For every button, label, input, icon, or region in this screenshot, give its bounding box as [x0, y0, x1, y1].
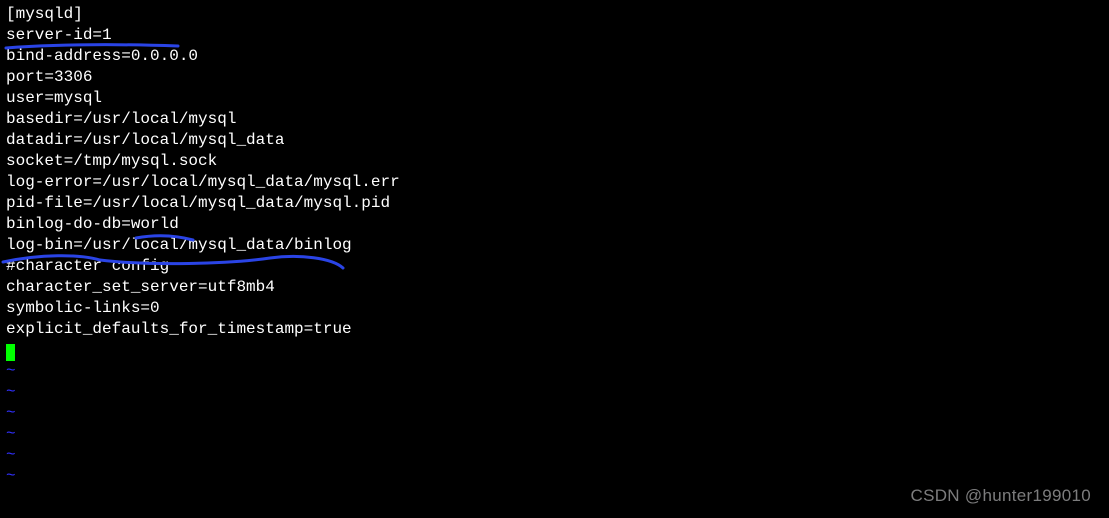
empty-line-tilde: ~: [6, 445, 1103, 466]
empty-line-tilde: ~: [6, 403, 1103, 424]
terminal-editor[interactable]: [mysqld]server-id=1bind-address=0.0.0.0p…: [0, 0, 1109, 491]
empty-line-tilde: ~: [6, 382, 1103, 403]
watermark: CSDN @hunter199010: [911, 486, 1091, 506]
config-line: symbolic-links=0: [6, 298, 1103, 319]
empty-line-tilde: ~: [6, 466, 1103, 487]
cursor: [6, 344, 15, 361]
cursor-line: [6, 340, 1103, 361]
empty-line-tilde: ~: [6, 424, 1103, 445]
config-line: socket=/tmp/mysql.sock: [6, 151, 1103, 172]
config-line: #character config: [6, 256, 1103, 277]
config-line: log-bin=/usr/local/mysql_data/binlog: [6, 235, 1103, 256]
empty-line-tilde: ~: [6, 361, 1103, 382]
config-line: pid-file=/usr/local/mysql_data/mysql.pid: [6, 193, 1103, 214]
config-line: user=mysql: [6, 88, 1103, 109]
config-line: explicit_defaults_for_timestamp=true: [6, 319, 1103, 340]
config-line: [mysqld]: [6, 4, 1103, 25]
config-line: port=3306: [6, 67, 1103, 88]
config-line: basedir=/usr/local/mysql: [6, 109, 1103, 130]
config-line: server-id=1: [6, 25, 1103, 46]
config-line: log-error=/usr/local/mysql_data/mysql.er…: [6, 172, 1103, 193]
config-line: datadir=/usr/local/mysql_data: [6, 130, 1103, 151]
config-line: binlog-do-db=world: [6, 214, 1103, 235]
config-line: bind-address=0.0.0.0: [6, 46, 1103, 67]
config-line: character_set_server=utf8mb4: [6, 277, 1103, 298]
